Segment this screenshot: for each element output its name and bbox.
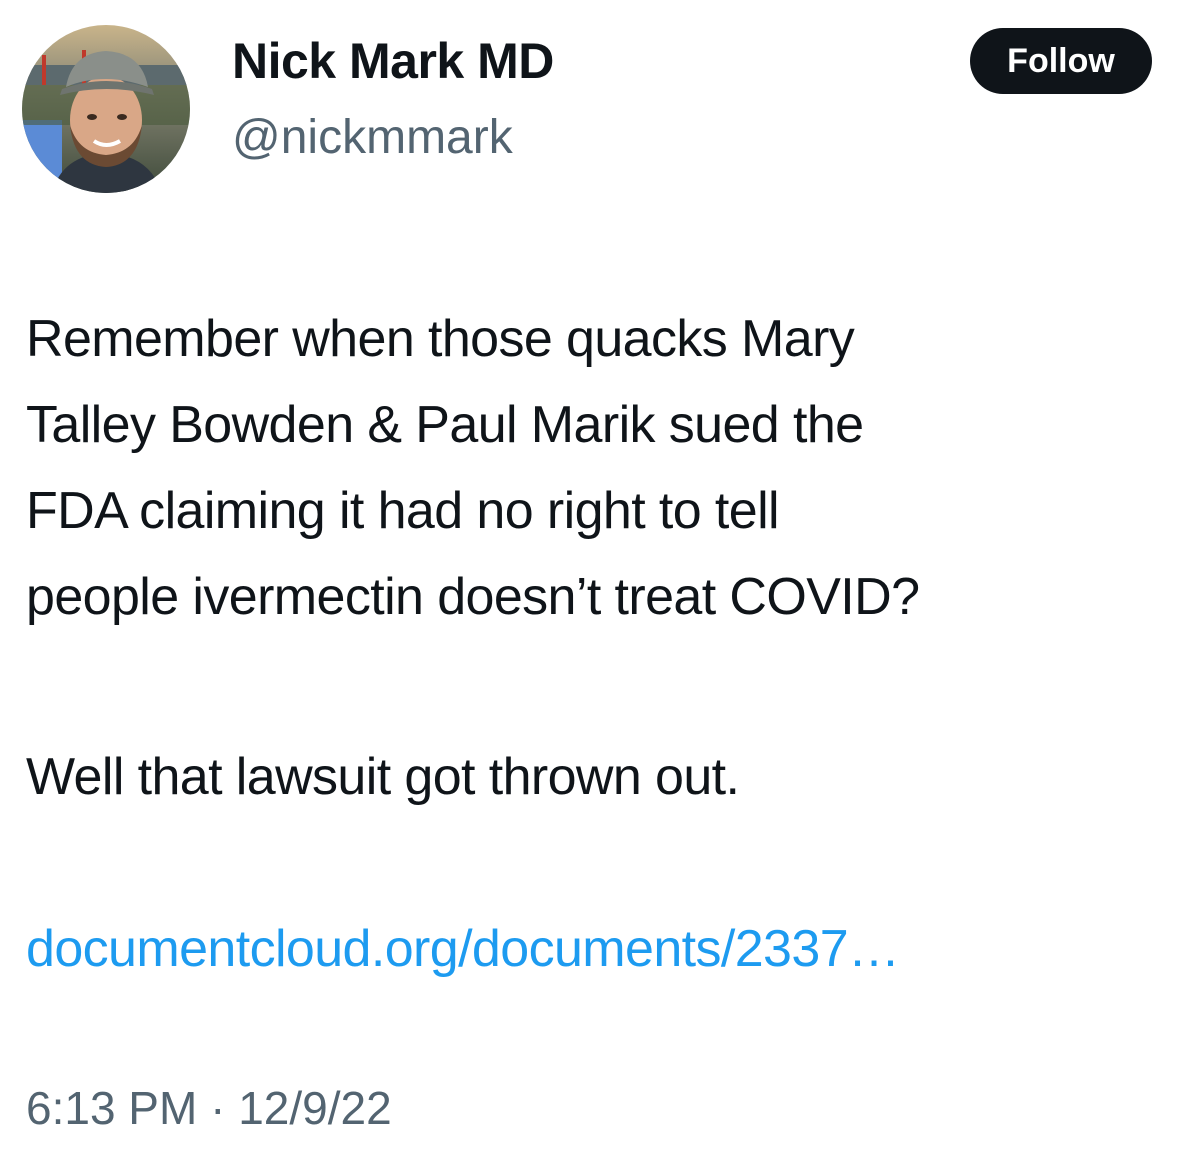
tweet-text-line: people ivermectin doesn’t treat COVID? <box>26 568 920 626</box>
avatar-photo-icon <box>22 25 190 193</box>
tweet-timestamp: 6:13 PM · 12/9/22 <box>26 1068 392 1148</box>
timestamp-date[interactable]: 12/9/22 <box>238 1082 391 1134</box>
tweet-text-line: FDA claiming it had no right to tell <box>26 482 780 540</box>
author-handle[interactable]: @nickmmark <box>232 108 513 168</box>
tweet-card: Nick Mark MD @nickmmark Follow Remember … <box>0 0 1200 1172</box>
author-display-name[interactable]: Nick Mark MD <box>232 30 554 92</box>
tweet-text-line: Talley Bowden & Paul Marik sued the <box>26 396 864 454</box>
tweet-link[interactable]: documentcloud.org/documents/2337… <box>26 906 900 992</box>
tweet-text-paragraph: Well that lawsuit got thrown out. <box>26 748 740 806</box>
follow-button[interactable]: Follow <box>970 28 1152 94</box>
tweet-text: Remember when those quacks Mary Talley B… <box>26 296 1191 640</box>
timestamp-time[interactable]: 6:13 PM <box>26 1082 197 1134</box>
timestamp-separator: · <box>197 1082 239 1134</box>
tweet-text-line: Remember when those quacks Mary <box>26 310 855 368</box>
avatar[interactable] <box>22 25 190 193</box>
